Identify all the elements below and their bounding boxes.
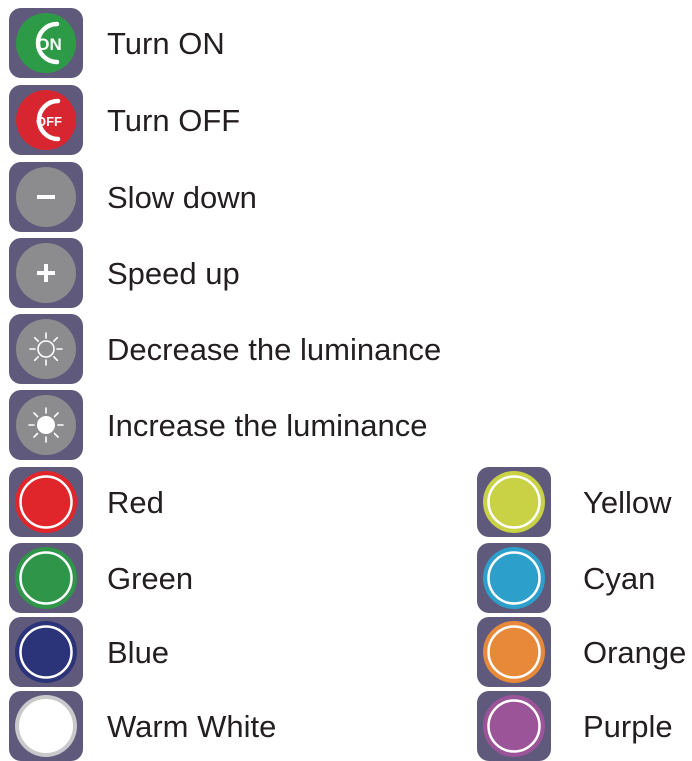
decrease-luminance-button[interactable] [9,314,83,384]
purple-button[interactable] [477,691,551,761]
yellow-button[interactable] [477,467,551,537]
orange-button[interactable] [477,617,551,687]
speed-up-row[interactable]: Speed up [9,238,240,308]
speed-up-label: Speed up [107,255,240,291]
color-warm-white-row[interactable]: Warm White [9,691,276,761]
purple-circle-icon [483,695,545,757]
speed-up-button[interactable] [9,238,83,308]
color-green-row[interactable]: Green [9,543,193,613]
turn-off-label: Turn OFF [107,102,241,138]
slow-down-button[interactable] [9,162,83,232]
svg-text:OFF: OFF [36,114,62,129]
turn-on-row[interactable]: ON Turn ON [9,8,225,78]
blue-label: Blue [107,634,170,670]
plus-icon [16,243,76,303]
power-on-icon: ON [16,13,76,73]
turn-off-button[interactable]: OFF [9,85,83,155]
cyan-label: Cyan [583,560,656,596]
purple-label: Purple [583,708,673,744]
increase-luminance-button[interactable] [9,390,83,460]
color-orange-row[interactable]: Orange [477,617,686,687]
green-label: Green [107,560,194,596]
yellow-circle-icon [483,471,545,533]
color-purple-row[interactable]: Purple [477,691,673,761]
color-yellow-row[interactable]: Yellow [477,467,671,537]
decrease-luminance-label: Decrease the luminance [107,331,442,367]
sun-filled-icon [16,395,76,455]
warm-white-circle-icon [15,695,77,757]
cyan-button[interactable] [477,543,551,613]
color-red-row[interactable]: Red [9,467,164,537]
blue-button[interactable] [9,617,83,687]
orange-circle-icon [483,621,545,683]
turn-on-label: Turn ON [107,25,225,61]
power-off-icon: OFF [16,90,76,150]
warm-white-button[interactable] [9,691,83,761]
cyan-circle-icon [483,547,545,609]
turn-off-row[interactable]: OFF Turn OFF [9,85,240,155]
blue-circle-icon [15,621,77,683]
red-label: Red [107,484,164,520]
decrease-luminance-row[interactable]: Decrease the luminance [9,314,441,384]
orange-label: Orange [583,634,687,670]
svg-text:ON: ON [36,35,62,54]
color-blue-row[interactable]: Blue [9,617,169,687]
warm-white-label: Warm White [107,708,277,744]
increase-luminance-row[interactable]: Increase the luminance [9,390,428,460]
turn-on-button[interactable]: ON [9,8,83,78]
increase-luminance-label: Increase the luminance [107,407,428,443]
sun-outline-icon [16,319,76,379]
yellow-label: Yellow [583,484,672,520]
green-circle-icon [15,547,77,609]
red-circle-icon [15,471,77,533]
color-cyan-row[interactable]: Cyan [477,543,655,613]
minus-icon [16,167,76,227]
slow-down-label: Slow down [107,179,257,215]
red-button[interactable] [9,467,83,537]
slow-down-row[interactable]: Slow down [9,162,257,232]
green-button[interactable] [9,543,83,613]
